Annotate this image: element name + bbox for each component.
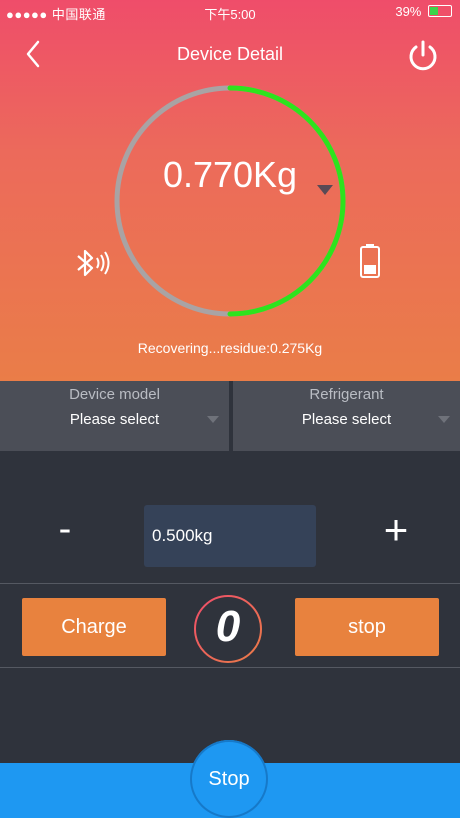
increment-button[interactable]: + [376, 506, 416, 556]
weight-readout: 0.770Kg [162, 154, 298, 195]
gauge-progress [227, 85, 346, 317]
clock: 下午5:00 [204, 7, 256, 22]
charge-button[interactable]: Charge [22, 598, 166, 656]
counter-value: 0 [215, 602, 241, 651]
decrement-button[interactable]: - [52, 508, 78, 558]
battery-icon [360, 244, 380, 278]
status-bar: ●●●●● 中国联通 下午5:00 39% [0, 0, 460, 24]
divider-top [0, 583, 460, 584]
device-model-label: Device model [69, 386, 160, 403]
battery-percent: 39% [395, 4, 422, 19]
select-row: Device model Please select Refrigerant P… [0, 381, 460, 451]
refrigerant-label: Refrigerant [309, 386, 384, 403]
cycle-counter: 0 [193, 594, 263, 664]
stop-recovery-button[interactable]: stop [295, 598, 439, 656]
device-model-dropdown-icon [207, 416, 219, 423]
bluetooth-status [72, 246, 112, 280]
page-title: Device Detail [176, 44, 284, 64]
power-icon [409, 40, 437, 71]
quantity-field[interactable]: 0.500kg [144, 505, 316, 567]
recovery-status: Recovering...residue:0.275Kg [137, 340, 323, 356]
status-battery-icon [428, 5, 452, 17]
stop-button[interactable]: Stop [190, 740, 268, 818]
power-button[interactable] [406, 38, 440, 72]
device-model-select[interactable]: Device model Please select [0, 381, 229, 451]
divider-bottom [0, 667, 460, 668]
bluetooth-icon [77, 249, 110, 277]
quantity-value: 0.500kg [152, 526, 213, 545]
refrigerant-value: Please select [301, 411, 392, 428]
status-right: 39% [395, 4, 452, 19]
device-model-value: Please select [69, 411, 160, 428]
weight-gauge [114, 85, 346, 317]
refrigerant-select[interactable]: Refrigerant Please select [233, 381, 460, 451]
refrigerant-dropdown-icon [438, 416, 450, 423]
weight-dropdown-arrow[interactable] [317, 185, 333, 195]
device-battery [359, 243, 381, 279]
